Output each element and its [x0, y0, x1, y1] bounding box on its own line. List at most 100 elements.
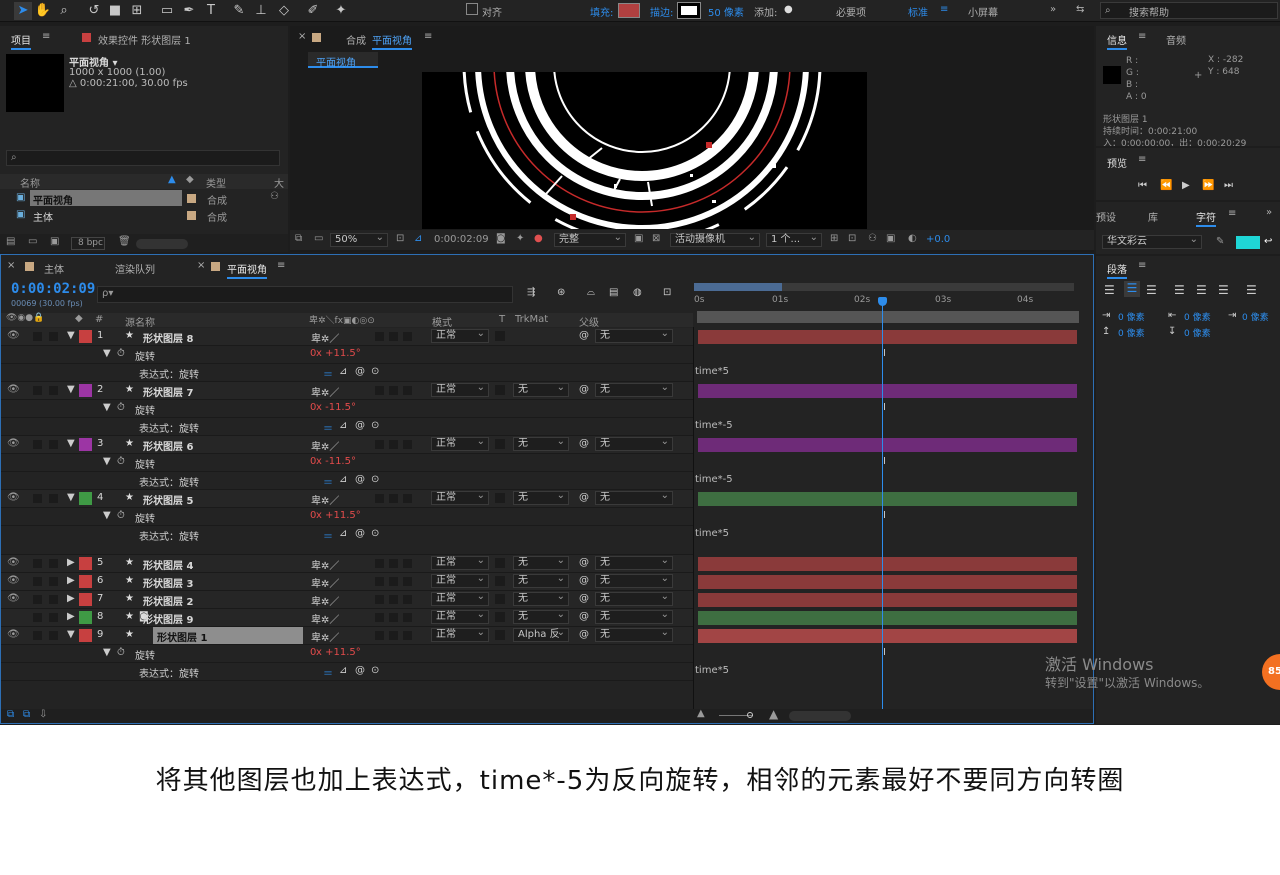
layer-name[interactable]: 形状图层 9	[143, 611, 193, 626]
comp-subtab[interactable]: 平面视角	[308, 52, 378, 69]
justify-all-icon[interactable]: ☰	[1246, 283, 1257, 297]
trkmat-dropdown[interactable]: 无	[513, 555, 569, 570]
motion-blur-switch[interactable]	[389, 595, 398, 604]
label-swatch[interactable]	[187, 211, 196, 220]
camera-tool-icon[interactable]: ■	[106, 2, 124, 20]
preserve-transparency-checkbox[interactable]	[495, 439, 505, 449]
views-dropdown[interactable]: 1 个...	[766, 232, 822, 247]
mode-dropdown[interactable]: 正常	[431, 382, 489, 397]
expression-text[interactable]: time*5	[695, 366, 729, 377]
visibility-eye-icon[interactable]: 👁	[7, 593, 20, 604]
stopwatch-icon[interactable]: ⏱	[117, 647, 125, 658]
workspace-standard[interactable]: 标准	[908, 4, 928, 19]
mode-dropdown[interactable]: 正常	[431, 555, 489, 570]
expression-pickwhip-icon[interactable]: @	[355, 528, 365, 539]
first-line-indent-value[interactable]: 0 像素	[1242, 310, 1269, 323]
expression-graph-icon[interactable]: ⊿	[339, 528, 347, 539]
adjustment-switch[interactable]	[403, 440, 412, 449]
roto-brush-tool-icon[interactable]: ✐	[304, 2, 322, 20]
layer-switches-icon[interactable]: 卑✲／	[311, 593, 339, 608]
expand-arrow-icon[interactable]: ▶	[67, 575, 75, 586]
fx-switch[interactable]	[375, 559, 384, 568]
preserve-transparency-checkbox[interactable]	[495, 594, 505, 604]
indent-right-value[interactable]: 0 像素	[1184, 310, 1211, 323]
zoom-slider-handle[interactable]	[747, 712, 753, 718]
new-comp-icon[interactable]: ▣	[50, 236, 59, 247]
layer-label-color[interactable]	[79, 492, 92, 505]
expand-arrow-icon[interactable]: ▶	[67, 593, 75, 604]
solo-switch[interactable]	[33, 559, 42, 568]
always-preview-icon[interactable]: ⧉	[295, 233, 302, 244]
close-icon[interactable]: ×	[7, 260, 15, 271]
workspace-menu-icon[interactable]: ≡	[940, 4, 948, 15]
stopwatch-icon[interactable]: ⏱	[117, 348, 125, 359]
fx-switch[interactable]	[375, 595, 384, 604]
snapshot-icon[interactable]: ◙	[496, 233, 506, 244]
eyedropper-icon[interactable]: ✎	[1216, 236, 1224, 247]
motion-blur-switch[interactable]	[389, 577, 398, 586]
expression-enable-icon[interactable]: ＝	[323, 528, 333, 543]
solo-switch[interactable]	[33, 386, 42, 395]
layer-row[interactable]: ▶8★◙形状图层 9卑✲／正常无@无	[1, 609, 693, 627]
layer-switches-icon[interactable]: 卑✲／	[311, 384, 339, 399]
lock-switch[interactable]	[49, 440, 58, 449]
col-trkmat[interactable]: TrkMat	[515, 314, 548, 325]
timeline-tab-render-queue[interactable]: 渲染队列	[115, 261, 155, 276]
fx-switch[interactable]	[375, 494, 384, 503]
motion-blur-switch[interactable]	[389, 613, 398, 622]
property-row[interactable]: ▼ ⏱ 旋转 0 x -11.5° I	[1, 400, 886, 418]
sort-up-icon[interactable]: ▲	[168, 174, 176, 185]
expression-pickwhip-icon[interactable]: @	[355, 665, 365, 676]
layer-row[interactable]: 👁 ▼ 2 ★ 形状图层 7 卑✲／ 正常 无 @ 无	[1, 382, 693, 400]
rotation-degrees[interactable]: x +11.5°	[316, 647, 361, 658]
visibility-eye-icon[interactable]: 👁	[7, 492, 20, 503]
collapse-arrow-icon[interactable]: ▼	[103, 456, 111, 467]
trkmat-dropdown[interactable]: 无	[513, 490, 569, 505]
expression-row[interactable]: 表达式：旋转 ＝ ⊿ @ ⊙ time*-5	[1, 472, 733, 490]
expression-graph-icon[interactable]: ⊿	[339, 474, 347, 485]
preserve-transparency-checkbox[interactable]	[495, 630, 505, 640]
layer-switches-icon[interactable]: 卑✲／	[311, 611, 339, 626]
align-left-icon[interactable]: ☰	[1104, 283, 1115, 297]
zoom-tool-icon[interactable]: ⌕	[55, 2, 73, 20]
mode-dropdown[interactable]: 正常	[431, 328, 489, 343]
render-time-icon[interactable]: ⇩	[39, 709, 47, 720]
fill-swatch[interactable]	[618, 3, 640, 18]
expression-language-menu-icon[interactable]: ⊙	[371, 420, 379, 431]
pick-whip-icon[interactable]: @	[579, 330, 589, 341]
lock-switch[interactable]	[49, 559, 58, 568]
trkmat-dropdown[interactable]: 无	[513, 436, 569, 451]
fx-switch[interactable]	[375, 386, 384, 395]
adjustment-switch[interactable]	[403, 595, 412, 604]
rectangle-tool-icon[interactable]: ▭	[158, 2, 176, 20]
col-source-name[interactable]: 源名称	[125, 314, 155, 329]
property-row[interactable]: ▼ ⏱ 旋转 0 x +11.5° I	[1, 346, 886, 364]
layer-switches-icon[interactable]: 卑✲／	[311, 438, 339, 453]
more-workspaces-icon[interactable]: »	[1050, 4, 1056, 15]
parent-dropdown[interactable]: 无	[595, 490, 673, 505]
layer-duration-bar[interactable]	[698, 492, 1077, 506]
visibility-eye-icon[interactable]: 👁	[7, 575, 20, 586]
bpc-button[interactable]: 8 bpc	[71, 237, 105, 250]
preserve-transparency-checkbox[interactable]	[495, 331, 505, 341]
expression-language-menu-icon[interactable]: ⊙	[371, 528, 379, 539]
exposure-value[interactable]: +0.0	[926, 234, 950, 245]
region-icon[interactable]: ⊡	[396, 233, 404, 244]
pick-whip-icon[interactable]: @	[579, 438, 589, 449]
expand-arrow-icon[interactable]: ▶	[67, 611, 75, 622]
fx-switch[interactable]	[375, 440, 384, 449]
quality-dropdown[interactable]: 完整	[554, 232, 626, 247]
property-row[interactable]: ▼ ⏱ 旋转 0 x -11.5° I	[1, 454, 886, 472]
visibility-eye-icon[interactable]: 👁	[7, 384, 20, 395]
tab-preview[interactable]: 预览	[1107, 155, 1127, 170]
col-extra[interactable]: 大	[274, 175, 284, 190]
expression-pickwhip-icon[interactable]: @	[355, 420, 365, 431]
workspace-small-screen[interactable]: 小屏幕	[968, 4, 998, 19]
trkmat-dropdown[interactable]: 无	[513, 382, 569, 397]
expression-row[interactable]: 表达式：旋转 ＝ ⊿ @ ⊙ time*5	[1, 663, 729, 681]
timeline-scrollbar[interactable]	[789, 711, 851, 721]
zoom-dropdown[interactable]: 50%	[330, 232, 388, 247]
rotation-degrees[interactable]: x +11.5°	[316, 510, 361, 521]
expression-text[interactable]: time*5	[695, 665, 729, 676]
lock-switch[interactable]	[49, 613, 58, 622]
